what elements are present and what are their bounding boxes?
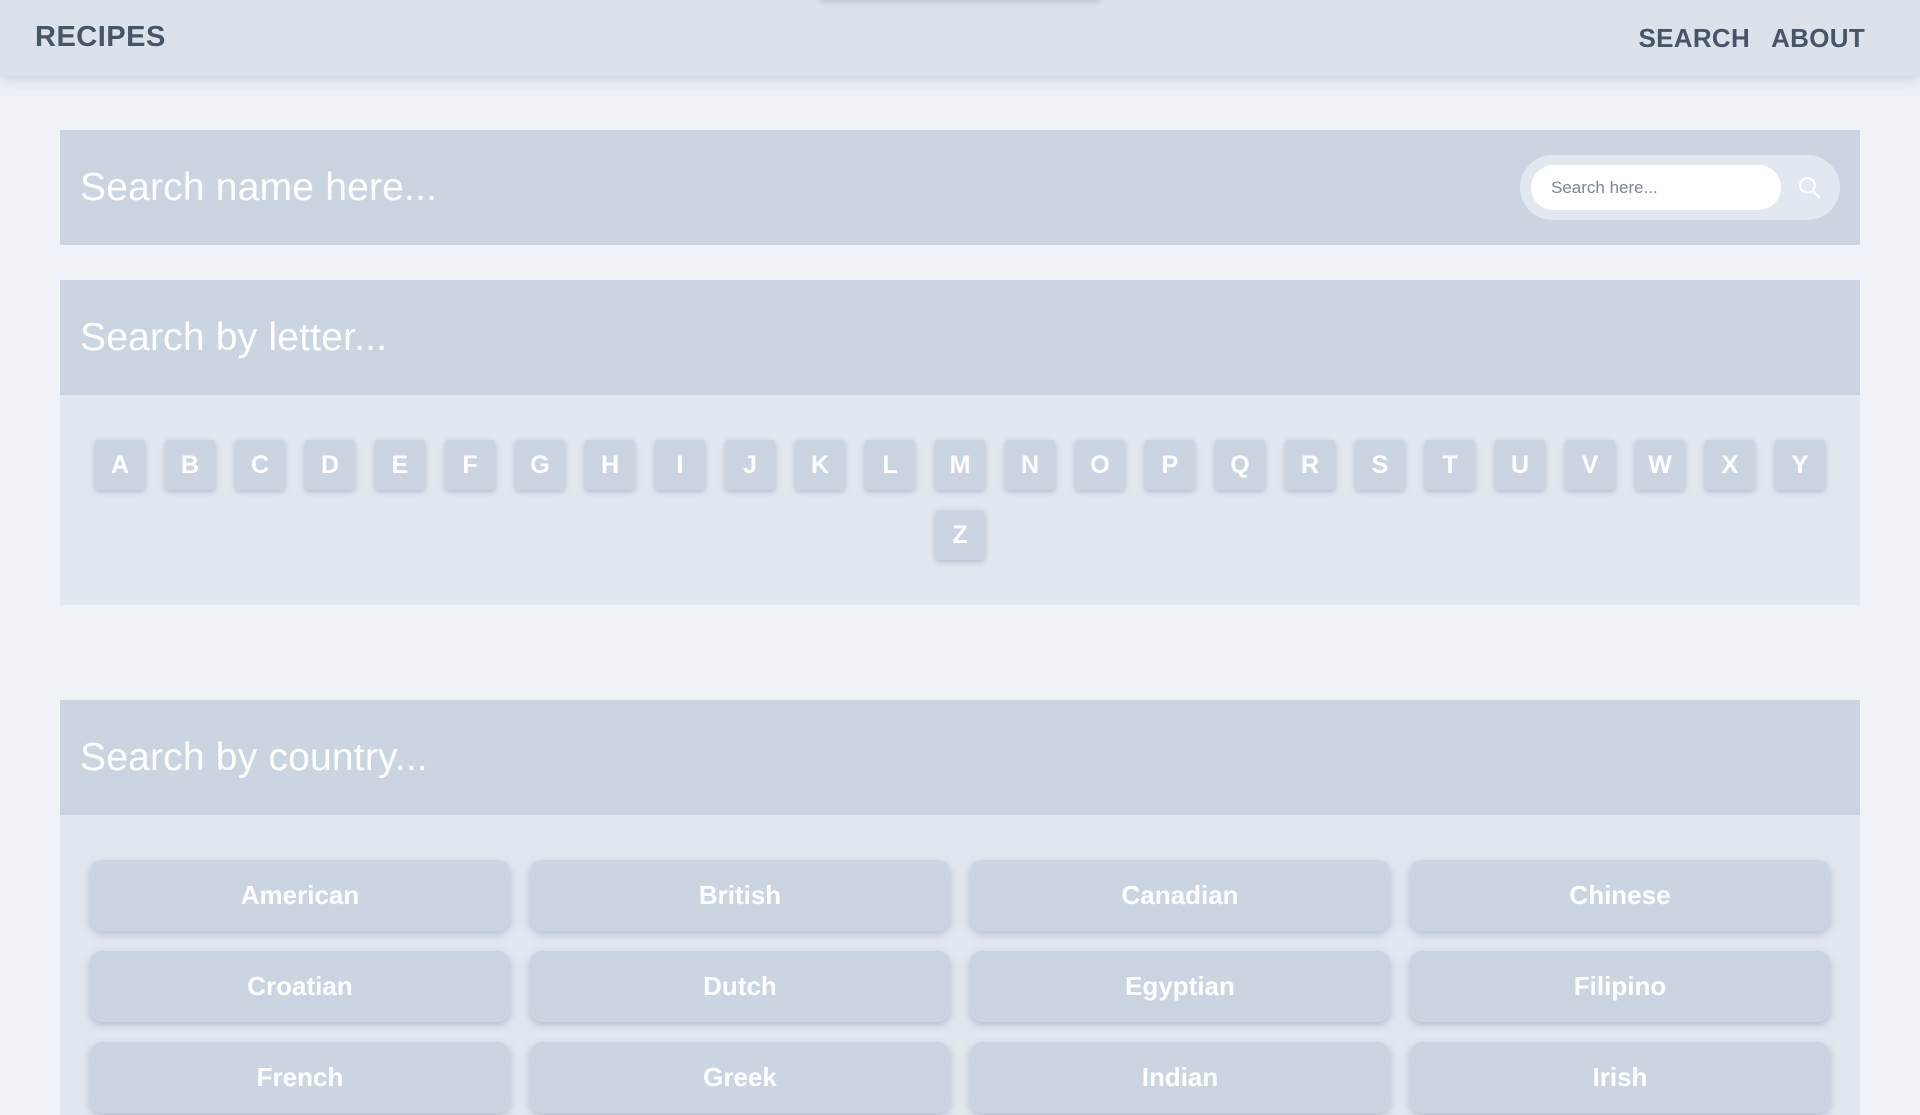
search-icon[interactable] [1797,175,1822,200]
country-search-body: American British Canadian Chinese Croatian Du… [60,815,1860,1115]
nav-links: SEARCH ABOUT [1638,23,1865,54]
country-search-header: Search by country... [60,700,1860,815]
search-input[interactable] [1531,165,1781,210]
country-button-irish[interactable]: Irish [1410,1042,1830,1113]
letter-button-r[interactable]: R [1285,440,1335,490]
letter-search-header: Search by letter... [60,280,1860,395]
letter-button-x[interactable]: X [1705,440,1755,490]
letter-button-o[interactable]: O [1075,440,1125,490]
name-search-panel: Search name here... [60,130,1860,245]
letter-button-n[interactable]: N [1005,440,1055,490]
country-button-british[interactable]: British [530,860,950,931]
country-button-egyptian[interactable]: Egyptian [970,951,1390,1022]
nav-link-about[interactable]: ABOUT [1771,23,1865,54]
letter-button-list: ABCDEFGHIJKLMNOPQRSTUVWXY Z [95,440,1825,560]
nav-link-search[interactable]: SEARCH [1638,23,1750,54]
country-button-american[interactable]: American [90,860,510,931]
top-navbar: RECIPES SEARCH ABOUT [0,0,1920,76]
letter-button-u[interactable]: U [1495,440,1545,490]
letter-button-g[interactable]: G [515,440,565,490]
letter-button-t[interactable]: T [1425,440,1475,490]
letter-button-k[interactable]: K [795,440,845,490]
letter-button-f[interactable]: F [445,440,495,490]
country-button-chinese[interactable]: Chinese [1410,860,1830,931]
name-search-title: Search name here... [80,165,438,209]
letter-button-v[interactable]: V [1565,440,1615,490]
letter-button-d[interactable]: D [305,440,355,490]
letter-button-h[interactable]: H [585,440,635,490]
letter-button-l[interactable]: L [865,440,915,490]
letter-search-body: ABCDEFGHIJKLMNOPQRSTUVWXY Z [60,395,1860,605]
letter-button-s[interactable]: S [1355,440,1405,490]
letter-button-q[interactable]: Q [1215,440,1265,490]
country-button-greek[interactable]: Greek [530,1042,950,1113]
letter-button-b[interactable]: B [165,440,215,490]
letter-button-c[interactable]: C [235,440,285,490]
letter-button-y[interactable]: Y [1775,440,1825,490]
letter-button-j[interactable]: J [725,440,775,490]
letter-button-a[interactable]: A [95,440,145,490]
letter-search-title: Search by letter... [80,315,388,359]
letter-button-w[interactable]: W [1635,440,1685,490]
country-button-dutch[interactable]: Dutch [530,951,950,1022]
country-button-filipino[interactable]: Filipino [1410,951,1830,1022]
country-button-indian[interactable]: Indian [970,1042,1390,1113]
country-button-french[interactable]: French [90,1042,510,1113]
letter-button-i[interactable]: I [655,440,705,490]
country-button-croatian[interactable]: Croatian [90,951,510,1022]
search-box [1520,155,1840,220]
country-search-title: Search by country... [80,735,428,779]
brand-logo[interactable]: RECIPES [35,21,166,54]
letter-button-p[interactable]: P [1145,440,1195,490]
country-button-grid: American British Canadian Chinese Croatian Du… [90,860,1830,1113]
letter-button-e[interactable]: E [375,440,425,490]
country-button-canadian[interactable]: Canadian [970,860,1390,931]
letter-button-m[interactable]: M [935,440,985,490]
letter-button-z[interactable]: Z [935,510,985,560]
